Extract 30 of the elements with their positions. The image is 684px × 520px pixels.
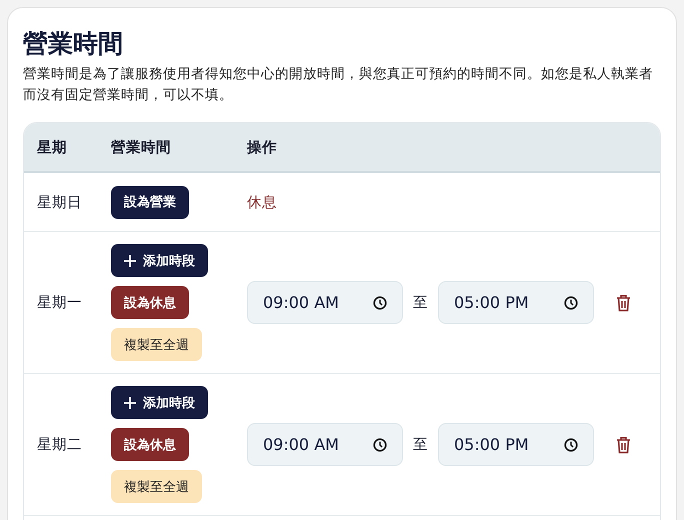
time-field[interactable]: 09:00 AM [247,281,403,324]
closed-status: 休息 [247,194,277,210]
add-slot-button[interactable]: 添加時段 [111,244,208,277]
clock-icon [564,296,578,310]
page-title: 營業時間 [23,28,124,60]
clock-icon [373,438,387,452]
column-header: 操作 [247,138,278,156]
day-label: 星期二 [37,437,82,453]
set-closed-button[interactable]: 設為休息 [111,286,189,319]
column-header: 營業時間 [111,138,172,156]
copy-week-button[interactable]: 複製至全週 [111,328,202,361]
set-closed-button[interactable]: 設為休息 [111,428,189,461]
plus-icon [124,254,136,266]
day-label: 星期一 [37,295,82,311]
clock-icon [373,296,387,310]
to-label: 至 [413,436,428,454]
column-header: 星期 [36,138,68,156]
add-slot-button[interactable]: 添加時段 [111,386,208,419]
day-label: 星期日 [37,194,82,210]
set-open-button[interactable]: 設為營業 [111,186,189,218]
clock-icon [564,438,578,452]
copy-week-button[interactable]: 複製至全週 [111,470,202,503]
to-label: 至 [413,294,428,312]
time-field[interactable]: 05:00 PM [438,281,594,324]
trash-icon[interactable] [616,436,631,454]
plus-icon [124,396,136,408]
description-text: 營業時間是為了讓服務使用者得知您中心的開放時間，與您真正可預約的時間不同。如您是私人執業者而沒有固定營業時間，可以不填。 [23,65,654,105]
time-field[interactable]: 09:00 AM [247,423,403,466]
trash-icon[interactable] [616,294,631,312]
time-field[interactable]: 05:00 PM [438,423,594,466]
